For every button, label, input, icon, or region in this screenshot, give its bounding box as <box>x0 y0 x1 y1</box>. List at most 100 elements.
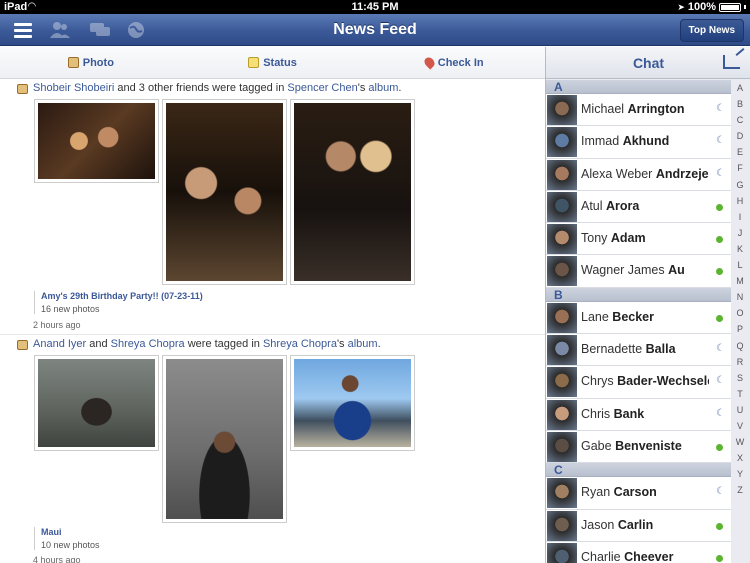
album-link[interactable]: album <box>368 82 398 94</box>
chat-contact[interactable]: Charlie Cheever <box>546 541 731 563</box>
index-letter[interactable]: H <box>737 193 744 209</box>
photo-count: 10 new photos <box>41 540 100 550</box>
index-letter[interactable]: S <box>737 370 743 386</box>
page-title: News Feed <box>333 21 417 38</box>
index-letter[interactable]: M <box>736 273 744 289</box>
section-header: B <box>546 287 731 302</box>
album-title[interactable]: Maui <box>41 527 100 537</box>
photo-thumbnail[interactable] <box>162 99 287 285</box>
pop-out-icon[interactable] <box>723 55 740 69</box>
index-letter[interactable]: K <box>737 241 743 257</box>
index-letter[interactable]: E <box>737 144 743 160</box>
actor-link[interactable]: Shreya Chopra <box>111 338 185 350</box>
menu-icon[interactable] <box>12 19 34 41</box>
idle-moon-icon: ☾ <box>716 375 725 387</box>
chat-contact[interactable]: Alexa Weber Andrzeje... ☾ <box>546 158 731 191</box>
friend-requests-icon[interactable] <box>48 19 72 41</box>
chat-contact[interactable]: Wagner James Au <box>546 255 731 288</box>
contact-first-name: Jason <box>581 517 615 532</box>
index-letter[interactable]: P <box>737 321 743 337</box>
index-letter[interactable]: W <box>736 434 745 450</box>
index-letter[interactable]: L <box>737 257 742 273</box>
contact-name: Michael Arrington <box>581 102 709 116</box>
contact-first-name: Wagner James <box>581 263 665 278</box>
contact-last-name: Andrzeje... <box>655 166 709 181</box>
index-letter[interactable]: G <box>736 177 743 193</box>
album-caption: Maui 10 new photos <box>34 527 100 550</box>
idle-moon-icon: ☾ <box>716 407 725 419</box>
contact-first-name: Tony <box>581 231 608 246</box>
actor-link[interactable]: Shobeir Shobeiri <box>33 82 114 94</box>
chat-contact[interactable]: Atul Arora <box>546 190 731 224</box>
owner-link[interactable]: Shreya Chopra <box>263 338 337 350</box>
index-letter[interactable]: C <box>737 112 744 128</box>
avatar <box>547 224 577 255</box>
chat-contact[interactable]: Gabe Benveniste <box>546 430 731 464</box>
photo-thumbnail[interactable] <box>290 355 415 451</box>
notifications-globe-icon[interactable] <box>124 19 148 41</box>
index-letter[interactable]: F <box>737 160 743 176</box>
index-letter[interactable]: X <box>737 450 743 466</box>
contact-first-name: Atul <box>581 198 603 213</box>
chat-contact[interactable]: Ryan Carson ☾ <box>546 477 731 510</box>
chat-contact[interactable]: Bernadette Balla ☾ <box>546 334 731 367</box>
photo-thumbnail[interactable] <box>162 355 287 523</box>
chat-header: Chat <box>546 47 750 79</box>
online-status-icon <box>716 522 723 530</box>
chat-contact[interactable]: Tony Adam <box>546 223 731 256</box>
photo-button-label: Photo <box>82 56 114 69</box>
chat-contact[interactable]: Immad Akhund ☾ <box>546 126 731 159</box>
index-letter[interactable]: A <box>737 80 743 96</box>
index-letter[interactable]: I <box>739 209 742 225</box>
index-letter[interactable]: J <box>738 225 743 241</box>
index-letter[interactable]: B <box>737 96 743 112</box>
album-caption: Amy's 29th Birthday Party!! (07-23-11) 1… <box>34 291 203 314</box>
index-letter[interactable]: Z <box>737 482 743 498</box>
avatar <box>547 302 577 333</box>
contact-last-name: Akhund <box>622 134 670 149</box>
index-letter[interactable]: R <box>737 354 744 370</box>
album-title[interactable]: Amy's 29th Birthday Party!! (07-23-11) <box>41 291 203 301</box>
check-in-button-label: Check In <box>437 56 484 69</box>
check-in-button[interactable]: Check In <box>363 55 545 70</box>
chat-contact[interactable]: Lane Becker <box>546 301 731 335</box>
story-headline: Shobeir Shobeiri and 3 other friends wer… <box>33 82 402 94</box>
avatar <box>547 256 577 287</box>
actor-link[interactable]: Anand Iyer <box>33 338 86 350</box>
online-status-icon <box>716 314 723 322</box>
index-letter[interactable]: Q <box>736 338 743 354</box>
chat-contact[interactable]: Jason Carlin <box>546 509 731 542</box>
chat-contact[interactable]: Michael Arrington ☾ <box>546 94 731 127</box>
status-icon <box>248 57 260 68</box>
chat-contact[interactable]: Chris Bank ☾ <box>546 398 731 431</box>
chat-contact[interactable]: Chrys Bader-Wechseler ☾ <box>546 366 731 399</box>
photo-thumbnail[interactable] <box>290 99 415 285</box>
index-letter[interactable]: U <box>737 402 744 418</box>
photo-thumbnail[interactable] <box>34 355 159 451</box>
index-letter[interactable]: T <box>737 386 743 402</box>
album-link[interactable]: album <box>348 338 378 350</box>
index-letter[interactable]: O <box>736 305 743 321</box>
photo-thumbnail[interactable] <box>34 99 159 183</box>
messages-icon[interactable] <box>88 19 112 41</box>
alphabet-index[interactable]: ABCDEFGHIJKLMNOPQRSTUVWXYZ <box>730 80 750 498</box>
battery-percent: 100% <box>687 1 716 13</box>
location-icon: ➤ <box>677 1 685 12</box>
online-status-icon <box>716 236 723 244</box>
photo-button[interactable]: Photo <box>0 57 182 69</box>
index-letter[interactable]: V <box>737 418 743 434</box>
contact-last-name: Arora <box>606 198 640 213</box>
avatar <box>547 367 577 398</box>
index-letter[interactable]: D <box>737 128 744 144</box>
top-news-button[interactable]: Top News <box>679 19 744 42</box>
photo-album-icon <box>17 84 28 94</box>
index-letter[interactable]: Y <box>737 466 743 482</box>
index-letter[interactable]: N <box>737 289 744 305</box>
online-status-icon <box>716 554 723 562</box>
status-bar: iPad ◠ 11:45 PM ➤ 100% <box>0 0 750 14</box>
owner-link[interactable]: Spencer Chen <box>287 82 357 94</box>
section-header: C <box>546 463 731 478</box>
status-button[interactable]: Status <box>182 57 364 69</box>
contact-last-name: Carson <box>613 485 657 500</box>
chat-title: Chat <box>632 55 665 71</box>
